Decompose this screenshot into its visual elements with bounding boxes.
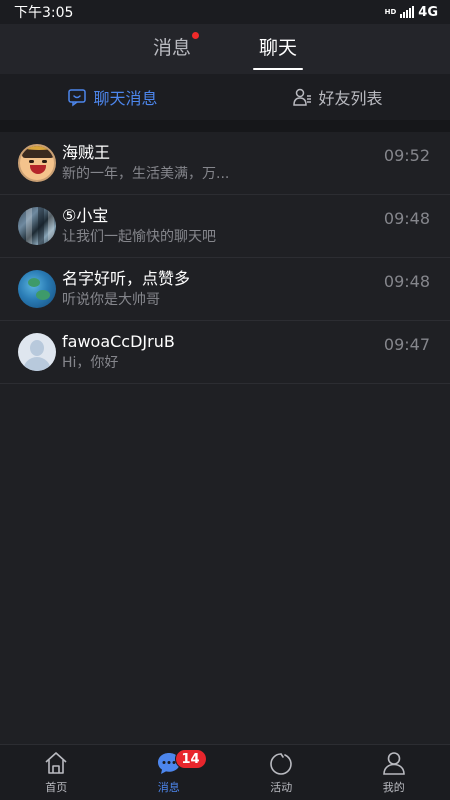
chat-preview: Hi，你好 bbox=[62, 355, 119, 371]
nav-activity[interactable]: 活动 bbox=[225, 745, 338, 800]
tab-chat[interactable]: 聊天 bbox=[253, 27, 304, 72]
unread-dot bbox=[192, 31, 199, 39]
nav-profile-label: 我的 bbox=[382, 781, 405, 794]
nav-activity-label: 活动 bbox=[270, 781, 293, 794]
subtab-friends[interactable]: 好友列表 bbox=[225, 74, 450, 120]
chat-name: 名字好听，点赞多 bbox=[62, 269, 191, 288]
chat-preview: 让我们一起愉快的聊天吧 bbox=[62, 229, 216, 245]
chat-time: 09:48 bbox=[383, 209, 430, 228]
chat-time: 09:48 bbox=[383, 272, 430, 291]
hd-label: HD bbox=[384, 7, 397, 16]
chat-name: 海贼王 bbox=[62, 143, 111, 162]
chat-preview: 新的一年，生活美满，万... bbox=[62, 166, 230, 182]
tab-messages-label: 消息 bbox=[152, 36, 191, 59]
tab-chat-label: 聊天 bbox=[259, 36, 298, 59]
network-label: 4G bbox=[418, 4, 438, 20]
avatar bbox=[18, 207, 56, 245]
chat-bubble-icon bbox=[68, 89, 87, 107]
section-divider bbox=[0, 120, 450, 132]
nav-home[interactable]: 首页 bbox=[0, 745, 113, 800]
friends-icon bbox=[293, 88, 312, 106]
nav-messages-label: 消息 bbox=[157, 781, 180, 794]
status-indicators: HD 4G bbox=[385, 5, 438, 20]
tab-messages[interactable]: 消息 bbox=[147, 27, 199, 72]
chat-item[interactable]: fawoaCcDJruB Hi，你好 09:47 bbox=[0, 321, 450, 384]
nav-home-label: 首页 bbox=[45, 781, 68, 794]
status-bar: 下午3:05 HD 4G bbox=[0, 0, 450, 24]
signal-icon bbox=[400, 6, 415, 18]
unread-count-badge: 14 bbox=[174, 749, 207, 769]
chat-list: 海贼王 新的一年，生活美满，万... 09:52 ⑤小宝 让我们一起愉快的聊天吧… bbox=[0, 132, 450, 384]
nav-profile[interactable]: 我的 bbox=[338, 745, 450, 800]
avatar bbox=[18, 144, 56, 182]
sub-tabs: 聊天消息 好友列表 bbox=[0, 74, 450, 120]
profile-icon bbox=[382, 752, 405, 775]
avatar bbox=[18, 270, 56, 308]
nav-messages[interactable]: 消息 14 bbox=[113, 745, 226, 800]
subtab-chat-messages-label: 聊天消息 bbox=[93, 89, 158, 108]
chat-name: ⑤小宝 bbox=[62, 206, 109, 225]
chat-preview: 听说你是大帅哥 bbox=[62, 292, 160, 308]
activity-icon bbox=[270, 753, 293, 775]
chat-item[interactable]: ⑤小宝 让我们一起愉快的聊天吧 09:48 bbox=[0, 195, 450, 258]
chat-item[interactable]: 名字好听，点赞多 听说你是大帅哥 09:48 bbox=[0, 258, 450, 321]
bottom-nav: 首页 消息 14 活动 我的 bbox=[0, 744, 450, 800]
chat-name: fawoaCcDJruB bbox=[62, 332, 175, 351]
subtab-friends-label: 好友列表 bbox=[318, 89, 383, 108]
chat-time: 09:47 bbox=[383, 335, 430, 354]
avatar bbox=[18, 333, 56, 371]
top-tabs: 消息 聊天 bbox=[0, 24, 450, 74]
chat-time: 09:52 bbox=[383, 146, 430, 165]
subtab-chat-messages[interactable]: 聊天消息 bbox=[0, 74, 225, 120]
status-time: 下午3:05 bbox=[14, 5, 74, 21]
chat-item[interactable]: 海贼王 新的一年，生活美满，万... 09:52 bbox=[0, 132, 450, 195]
home-icon bbox=[45, 752, 67, 774]
